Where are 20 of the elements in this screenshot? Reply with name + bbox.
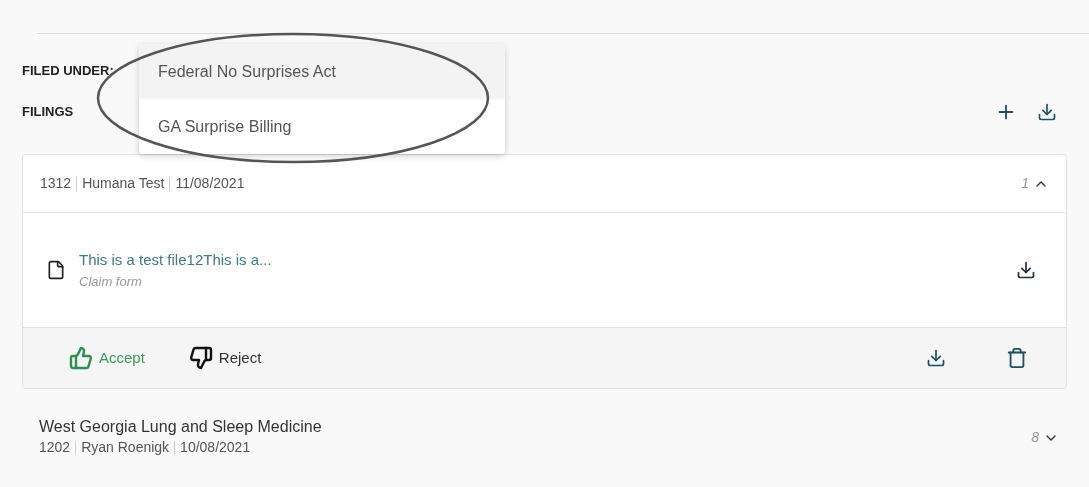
filings-label: FILINGS	[22, 103, 74, 122]
accept-button[interactable]: Accept	[69, 346, 145, 370]
download-button[interactable]	[1037, 102, 1057, 122]
document-icon	[46, 260, 66, 280]
file-type: Claim form	[79, 272, 143, 291]
dropdown-option[interactable]: GA Surprise Billing	[139, 99, 505, 154]
delete-button[interactable]	[1006, 347, 1028, 369]
filed-under-label: FILED UNDER:	[22, 62, 114, 81]
filing-title: West Georgia Lung and Sleep Medicine	[39, 417, 322, 437]
filing-meta: 1202 Ryan Roenigk 10/08/2021	[39, 438, 252, 458]
download-button[interactable]	[1016, 260, 1036, 280]
download-button[interactable]	[926, 348, 946, 368]
file-link[interactable]: This is a test file12This is a...	[79, 249, 272, 272]
thumbs-up-icon	[69, 346, 93, 370]
expand-toggle[interactable]: 1	[1021, 173, 1049, 194]
dropdown-option[interactable]: Federal No Surprises Act	[139, 44, 505, 99]
reject-button[interactable]: Reject	[188, 346, 262, 370]
filing-meta: 1312 Humana Test 11/08/2021	[40, 174, 245, 194]
thumbs-down-icon	[188, 346, 213, 370]
expand-toggle[interactable]: 8	[1031, 427, 1059, 448]
